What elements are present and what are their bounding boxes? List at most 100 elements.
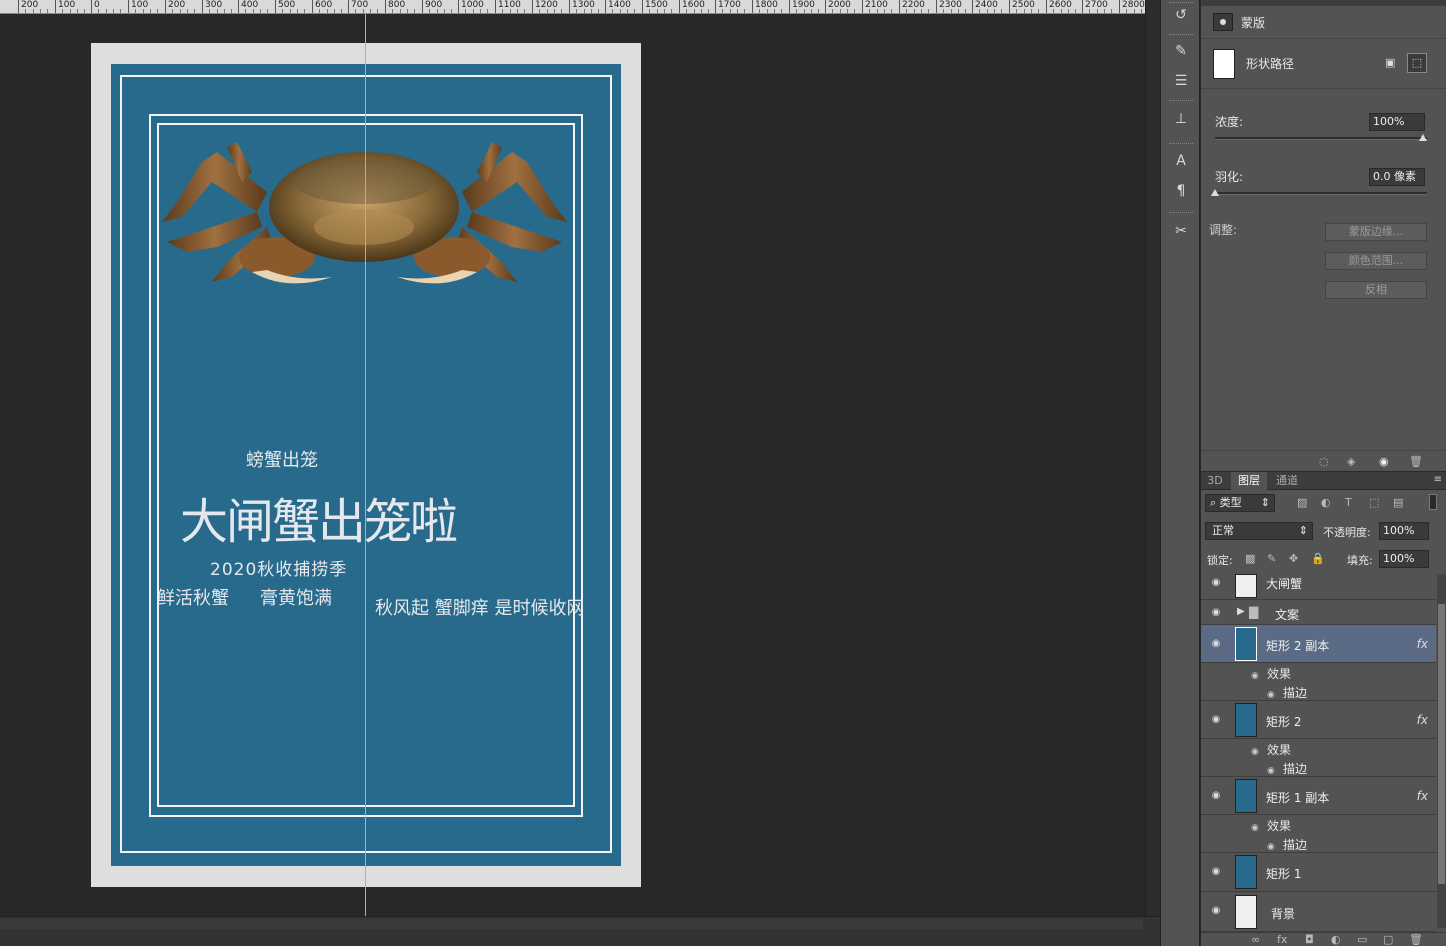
stroke-effect-row[interactable]: ◉ 描边 <box>1267 760 1307 777</box>
effects-eye-icon[interactable]: ◉ <box>1251 823 1261 833</box>
horizontal-ruler[interactable]: 200 100 0 100 200 300 400 500 600 700 800 900 1000 11… <box>0 0 1145 14</box>
layer-group-copy[interactable]: ◉ ▶ ▇ 文案 <box>1201 600 1436 625</box>
lock-all-icon[interactable]: 🔒 <box>1311 552 1325 565</box>
visibility-eye-icon[interactable]: ◉ <box>1209 867 1223 877</box>
layer-name[interactable]: 矩形 1 <box>1266 865 1301 882</box>
fx-icon[interactable]: fx <box>1417 789 1428 803</box>
feather-field[interactable]: 0.0 像素 <box>1369 168 1425 186</box>
vertical-guide[interactable] <box>365 14 366 916</box>
filter-adjustment-icon[interactable]: ◐ <box>1321 496 1331 509</box>
history-icon[interactable]: ↺ <box>1169 4 1193 26</box>
fx-icon[interactable]: fx <box>1417 713 1428 727</box>
filter-type-icon[interactable]: T <box>1345 496 1352 509</box>
lock-position-icon[interactable]: ✥ <box>1289 552 1298 565</box>
effects-row[interactable]: ◉ 效果 <box>1251 817 1291 834</box>
doc-headline[interactable]: 大闸蟹出笼啦 <box>180 482 458 552</box>
visibility-eye-icon[interactable]: ◉ <box>1209 578 1223 588</box>
effects-row[interactable]: ◉ 效果 <box>1251 665 1291 682</box>
stroke-effect-row[interactable]: ◉ 描边 <box>1267 836 1307 853</box>
delete-layer-icon[interactable]: 🗑 <box>1409 933 1423 946</box>
new-group-icon[interactable]: ▭ <box>1357 933 1367 946</box>
layer-rect2-copy-effects[interactable]: ◉ 效果 ◉ 描边 <box>1201 663 1436 701</box>
layer-name[interactable]: 矩形 2 <box>1266 713 1301 730</box>
apply-mask-icon[interactable]: ◈ <box>1347 455 1355 468</box>
layer-filter-select[interactable]: ⌕ 类型 ⇕ <box>1205 494 1275 512</box>
lock-transparent-icon[interactable]: ▩ <box>1245 552 1255 565</box>
effects-eye-icon[interactable]: ◉ <box>1251 671 1261 681</box>
brush-settings-icon[interactable]: ✎ <box>1169 40 1193 62</box>
doc-season[interactable]: 2020秋收捕捞季 <box>210 555 347 580</box>
filter-shape-icon[interactable]: ⬚ <box>1369 496 1379 509</box>
layer-rect2[interactable]: ◉ 矩形 2 fx <box>1201 701 1436 739</box>
panel-menu-icon[interactable]: ≡ <box>1434 474 1442 485</box>
layer-rect2-effects[interactable]: ◉ 效果 ◉ 描边 <box>1201 739 1436 777</box>
visibility-eye-icon[interactable]: ◉ <box>1209 715 1223 725</box>
fill-field[interactable]: 100% <box>1379 550 1429 568</box>
invert-button[interactable]: 反相 <box>1325 281 1427 299</box>
add-pixel-mask-icon[interactable]: ▣ <box>1385 56 1401 70</box>
adjust-icon[interactable]: ☰ <box>1169 70 1193 92</box>
doc-subtitle[interactable]: 螃蟹出笼 <box>246 446 318 472</box>
mask-edge-button[interactable]: 蒙版边缘... <box>1325 223 1427 241</box>
blend-mode-select[interactable]: 正常 ⇕ <box>1205 522 1313 540</box>
filter-toggle[interactable] <box>1429 494 1437 510</box>
canvas-vertical-scrollbar[interactable] <box>1145 0 1160 916</box>
doc-slogan-left-2[interactable]: 膏黄饱满 <box>260 584 332 610</box>
delete-mask-icon[interactable]: 🗑 <box>1409 455 1423 468</box>
tab-3d[interactable]: 3D <box>1201 472 1229 490</box>
layer-name[interactable]: 背景 <box>1271 905 1295 922</box>
scroll-track[interactable] <box>0 919 1143 929</box>
load-selection-icon[interactable]: ◌ <box>1319 455 1329 468</box>
toggle-mask-icon[interactable]: ◉ <box>1379 455 1389 468</box>
layer-name[interactable]: 文案 <box>1275 606 1299 623</box>
visibility-eye-icon[interactable]: ◉ <box>1209 906 1223 916</box>
layer-rect2-copy[interactable]: ◉ 矩形 2 副本 fx <box>1201 625 1436 663</box>
tab-channels[interactable]: 通道 <box>1269 472 1305 490</box>
filter-pixel-icon[interactable]: ▨ <box>1297 496 1307 509</box>
density-slider-knob[interactable] <box>1419 134 1427 141</box>
effects-row[interactable]: ◉ 效果 <box>1251 741 1291 758</box>
color-range-button[interactable]: 颜色范围... <box>1325 252 1427 270</box>
fx-icon[interactable]: fx <box>1417 637 1428 651</box>
doc-slogan-right[interactable]: 秋风起 蟹脚痒 是时候收网 <box>375 594 584 620</box>
stroke-effect-row[interactable]: ◉ 描边 <box>1267 684 1307 701</box>
new-adjustment-icon[interactable]: ◐ <box>1331 933 1341 946</box>
visibility-eye-icon[interactable]: ◉ <box>1209 608 1223 618</box>
layer-rect1-copy-effects[interactable]: ◉ 效果 ◉ 描边 <box>1201 815 1436 853</box>
layer-rect1-copy[interactable]: ◉ 矩形 1 副本 fx <box>1201 777 1436 815</box>
layer-crab[interactable]: ◉ 大闸蟹 <box>1201 572 1436 600</box>
lock-pixels-icon[interactable]: ✎ <box>1267 552 1276 565</box>
stroke-eye-icon[interactable]: ◉ <box>1267 766 1277 776</box>
density-slider[interactable] <box>1215 137 1427 140</box>
layer-background[interactable]: ◉ 背景 <box>1201 892 1436 932</box>
opacity-field[interactable]: 100% <box>1379 522 1429 540</box>
visibility-eye-icon[interactable]: ◉ <box>1209 791 1223 801</box>
link-layers-icon[interactable]: ∞ <box>1251 933 1260 946</box>
new-layer-icon[interactable]: ▢ <box>1383 933 1393 946</box>
mask-thumbnail[interactable] <box>1213 49 1235 79</box>
canvas-horizontal-scrollbar[interactable] <box>0 916 1160 946</box>
clone-source-icon[interactable]: ⊥ <box>1169 108 1193 130</box>
character-icon[interactable]: A <box>1169 150 1193 172</box>
add-style-icon[interactable]: fx <box>1277 933 1287 946</box>
layers-scrollbar[interactable] <box>1437 574 1446 928</box>
tab-layers[interactable]: 图层 <box>1231 472 1267 490</box>
filter-smart-object-icon[interactable]: ▤ <box>1393 496 1403 509</box>
effects-eye-icon[interactable]: ◉ <box>1251 747 1261 757</box>
canvas-area[interactable]: 螃蟹出笼 大闸蟹出笼啦 2020秋收捕捞季 鲜活秋蟹 膏黄饱满 秋风起 蟹脚痒 … <box>0 14 1145 916</box>
paragraph-icon[interactable]: ¶ <box>1169 180 1193 202</box>
layer-name[interactable]: 矩形 1 副本 <box>1266 789 1329 806</box>
visibility-eye-icon[interactable]: ◉ <box>1209 639 1223 649</box>
expand-arrow-icon[interactable]: ▶ <box>1237 606 1245 617</box>
feather-slider-knob[interactable] <box>1211 189 1219 196</box>
stroke-eye-icon[interactable]: ◉ <box>1267 842 1277 852</box>
stroke-eye-icon[interactable]: ◉ <box>1267 690 1277 700</box>
add-vector-mask-icon[interactable]: ⬚ <box>1407 53 1427 73</box>
layer-name[interactable]: 矩形 2 副本 <box>1266 637 1329 654</box>
layer-rect1[interactable]: ◉ 矩形 1 <box>1201 853 1436 892</box>
doc-slogan-left-1[interactable]: 鲜活秋蟹 <box>157 584 229 610</box>
density-field[interactable]: 100% <box>1369 113 1425 131</box>
tool-presets-icon[interactable]: ✂ <box>1169 220 1193 242</box>
feather-slider[interactable] <box>1215 192 1427 195</box>
layer-name[interactable]: 大闸蟹 <box>1266 575 1302 592</box>
